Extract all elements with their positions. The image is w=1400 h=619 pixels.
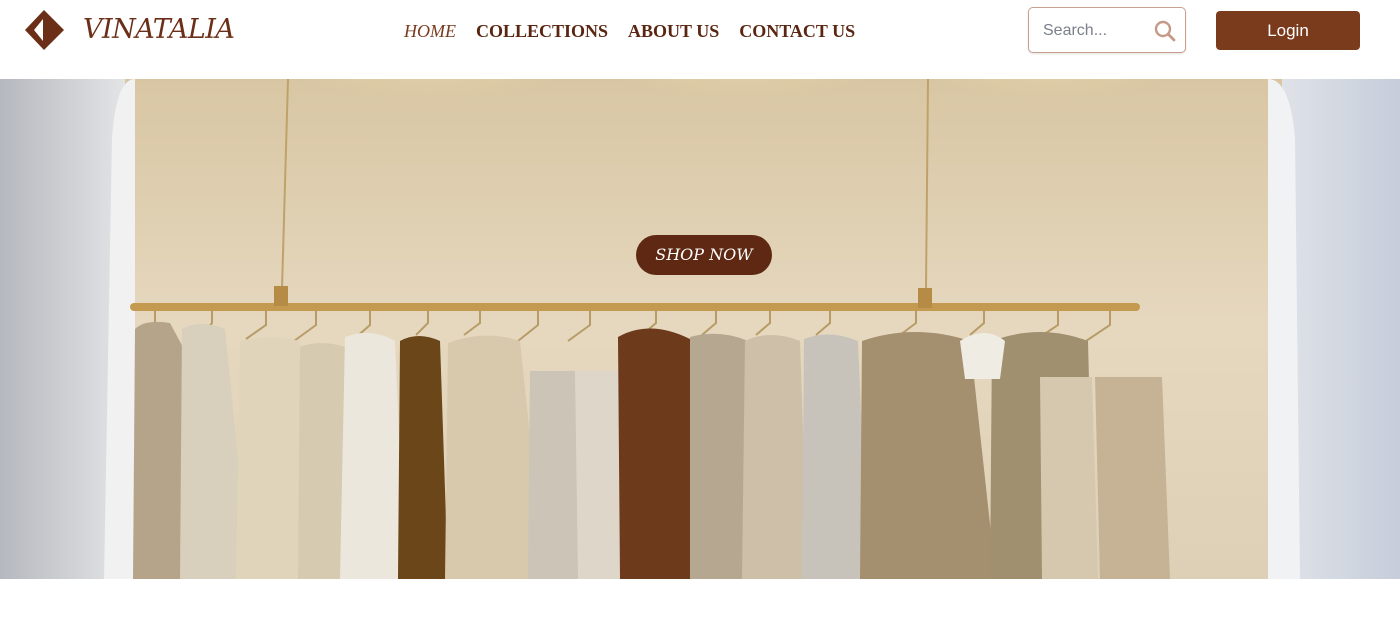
brand-name: VINATALIA [83,14,235,45]
shop-now-button[interactable]: SHOP NOW [636,235,772,275]
search-box [1028,7,1186,53]
hero-image [0,79,1400,579]
search-input[interactable] [1041,18,1155,44]
nav-collections[interactable]: COLLECTIONS [476,20,608,42]
logo-icon [22,9,66,51]
search-icon[interactable] [1154,20,1176,42]
nav-contact-us[interactable]: CONTACT US [739,20,855,42]
main-nav: HOME COLLECTIONS ABOUT US CONTACT US [404,20,855,42]
nav-home[interactable]: HOME [404,20,456,42]
brand-logo[interactable]: VINATALIA [22,9,235,51]
site-header: VINATALIA HOME COLLECTIONS ABOUT US CONT… [0,0,1400,79]
nav-about-us[interactable]: ABOUT US [628,20,719,42]
hero-banner: SHOP NOW [0,79,1400,579]
login-button[interactable]: Login [1216,11,1360,50]
